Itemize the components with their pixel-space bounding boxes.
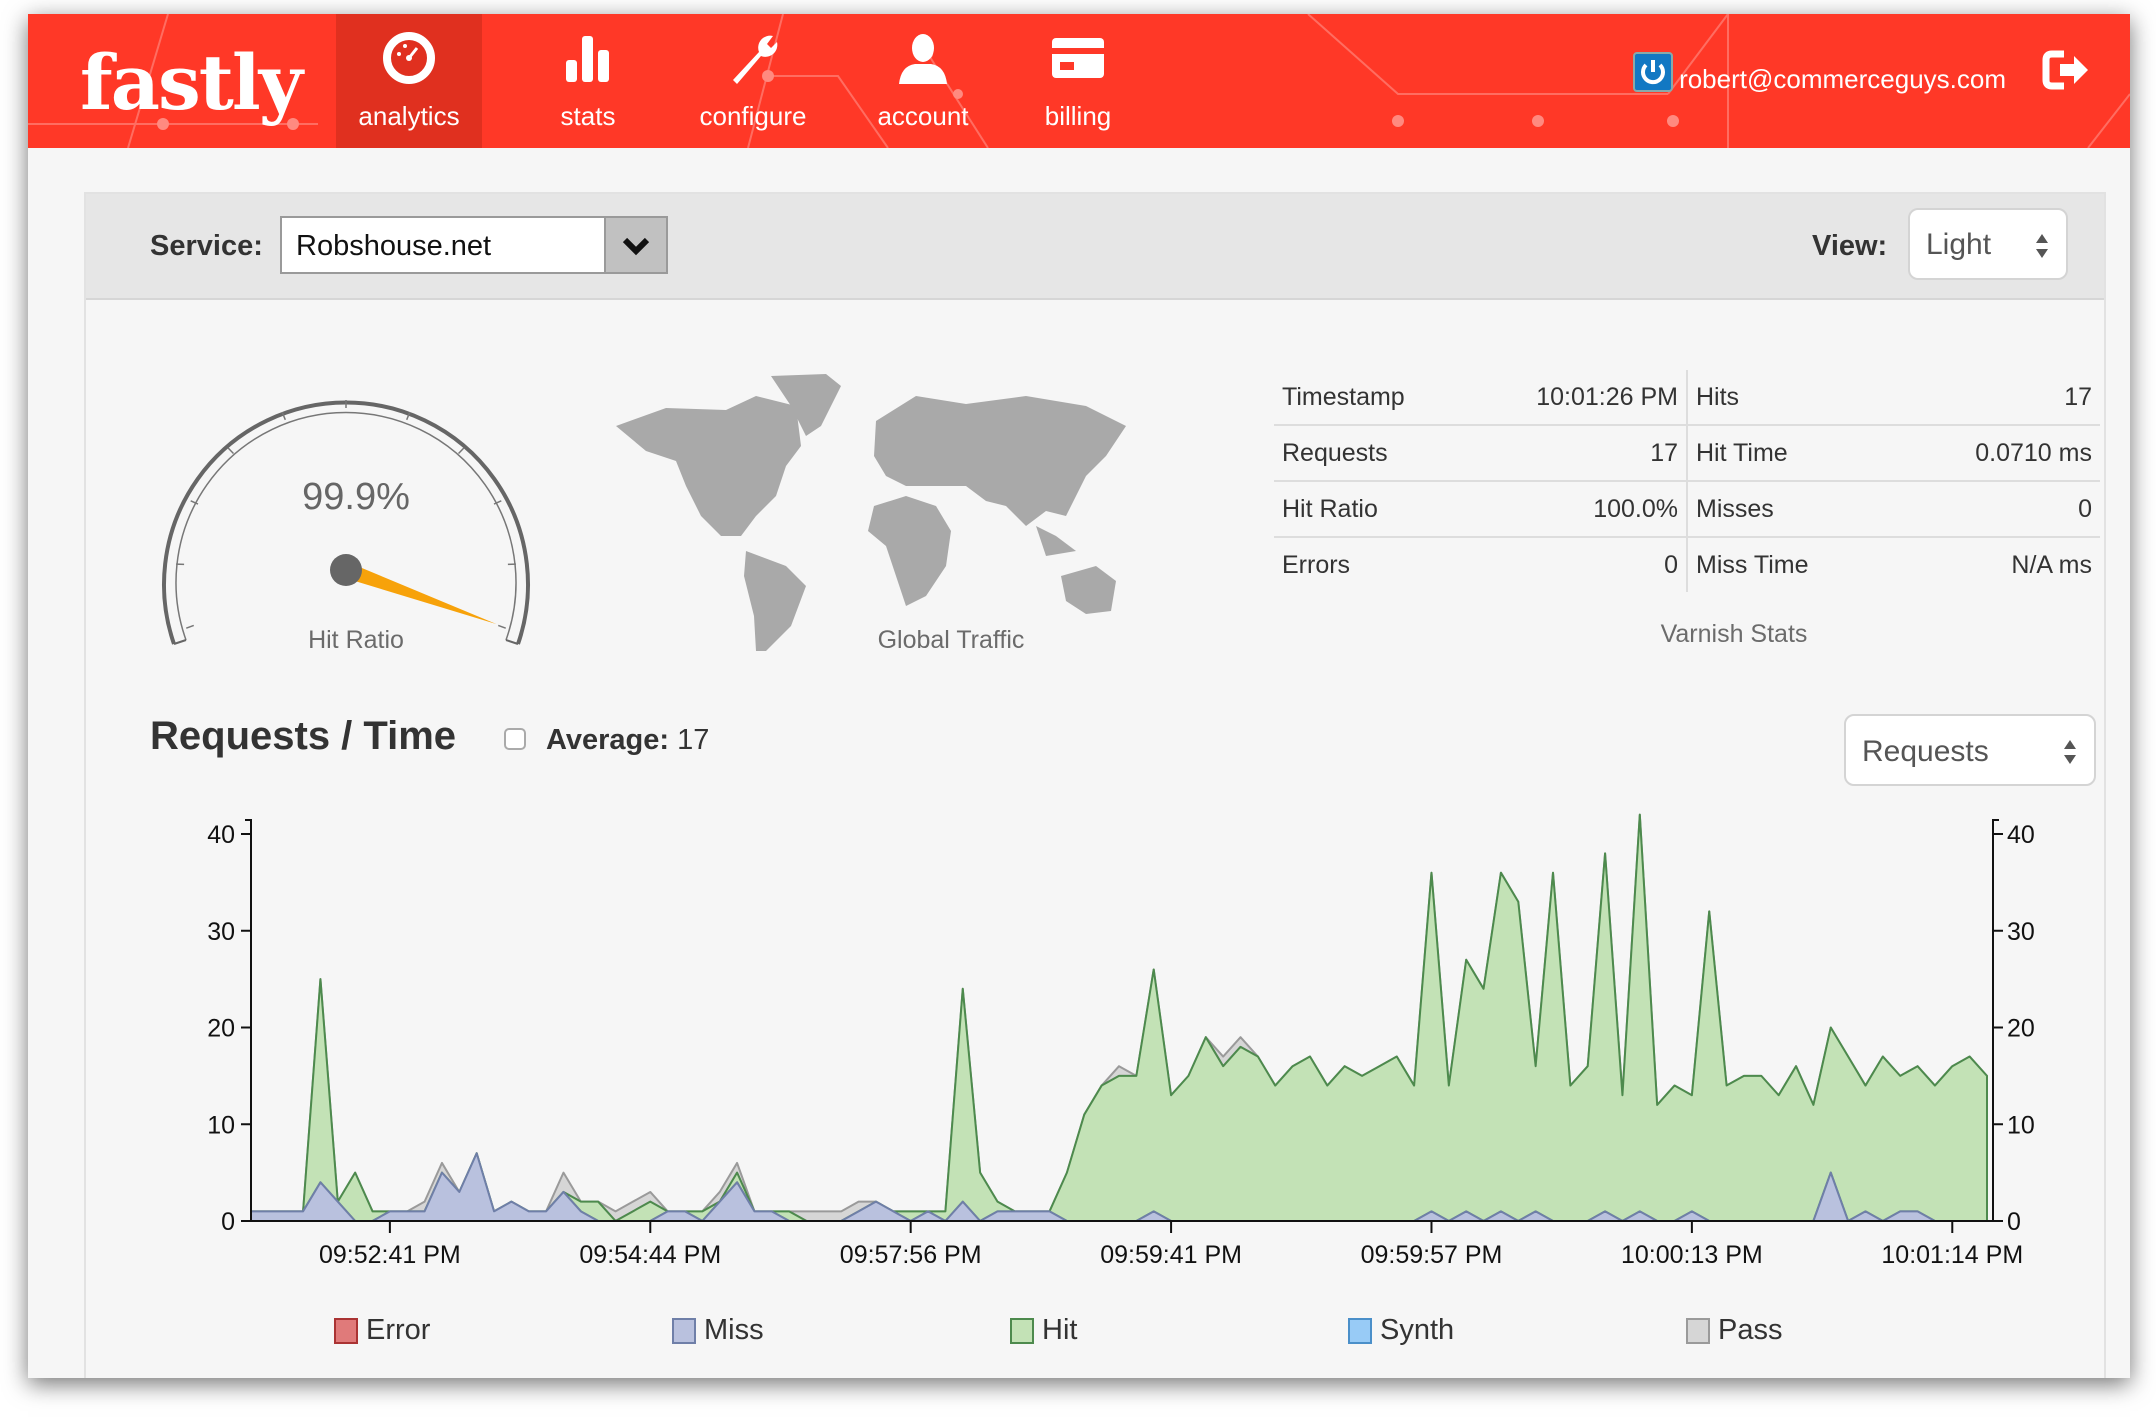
user-icon <box>899 34 947 84</box>
nav-configure[interactable]: configure <box>668 14 838 148</box>
x-tick-label: 09:52:41 PM <box>319 1241 461 1269</box>
fastly-logo[interactable]: fastly <box>80 38 303 127</box>
legend-swatch <box>672 1317 696 1344</box>
legend-item-synth[interactable]: Synth <box>1348 1314 1454 1347</box>
x-tick-label: 09:57:56 PM <box>840 1241 982 1269</box>
x-tick-label: 10:01:14 PM <box>1881 1241 2023 1269</box>
nav-label: configure <box>699 101 807 131</box>
nav-label: billing <box>1044 101 1112 131</box>
top-nav-bar: fastly analytics stats configure account… <box>28 14 2130 148</box>
speedometer-icon <box>383 32 435 84</box>
right-axis <box>1992 819 1999 1222</box>
nav-account[interactable]: account <box>848 14 998 148</box>
legend-swatch <box>1348 1317 1372 1344</box>
y-tick-label-left: 10 <box>207 1111 235 1139</box>
y-tick-label-right: 0 <box>2007 1208 2021 1236</box>
legend-label: Error <box>366 1314 431 1346</box>
y-tick-label-right: 30 <box>2007 918 2035 946</box>
logout-icon[interactable] <box>2042 48 2092 92</box>
legend-swatch <box>334 1317 358 1344</box>
nav-label: account <box>877 101 969 131</box>
legend-label: Synth <box>1380 1314 1455 1346</box>
nav-stats[interactable]: stats <box>528 14 648 148</box>
nav-label: analytics <box>358 101 460 131</box>
analytics-panel: Service: Robshouse.net View: Light 99.9%… <box>84 192 2106 1378</box>
y-tick-label-left: 30 <box>207 918 235 946</box>
legend-item-miss[interactable]: Miss <box>672 1314 764 1347</box>
y-tick-label-left: 20 <box>207 1015 235 1043</box>
x-tick-label: 09:54:44 PM <box>579 1241 721 1269</box>
legend-label: Hit <box>1042 1314 1078 1346</box>
legend-item-hit[interactable]: Hit <box>1010 1314 1077 1347</box>
y-tick-label-right: 20 <box>2007 1015 2035 1043</box>
legend-swatch <box>1686 1317 1710 1344</box>
legend-item-pass[interactable]: Pass <box>1686 1314 1782 1347</box>
wrench-icon <box>733 35 778 84</box>
legend-item-error[interactable]: Error <box>334 1314 430 1347</box>
nav-analytics[interactable]: analytics <box>336 14 482 148</box>
nav-label: stats <box>560 101 616 131</box>
legend-label: Miss <box>704 1314 764 1346</box>
legend-swatch <box>1010 1317 1034 1344</box>
x-tick-label: 09:59:57 PM <box>1361 1241 1503 1269</box>
x-tick-label: 10:00:13 PM <box>1621 1241 1763 1269</box>
y-tick-label-left: 40 <box>207 821 235 849</box>
credit-card-icon <box>1052 38 1104 78</box>
user-email[interactable]: robert@commerceguys.com <box>1679 64 2006 95</box>
y-tick-label-right: 10 <box>2007 1111 2035 1139</box>
power-icon[interactable] <box>1633 52 1673 92</box>
hit-area <box>250 813 1988 1222</box>
y-tick-label-right: 40 <box>2007 821 2035 849</box>
x-tick-label: 09:59:41 PM <box>1100 1241 1242 1269</box>
y-tick-label-left: 0 <box>221 1208 235 1236</box>
legend-label: Pass <box>1718 1314 1783 1346</box>
bar-chart-icon <box>566 36 609 82</box>
app-window: fastly analytics stats configure account… <box>28 14 2130 1378</box>
requests-time-chart: 0 0 10 10 20 20 30 30 40 40 09:52:41 PM 09:54:44 PM… <box>207 813 2035 1269</box>
nav-billing[interactable]: billing <box>1013 14 1143 148</box>
